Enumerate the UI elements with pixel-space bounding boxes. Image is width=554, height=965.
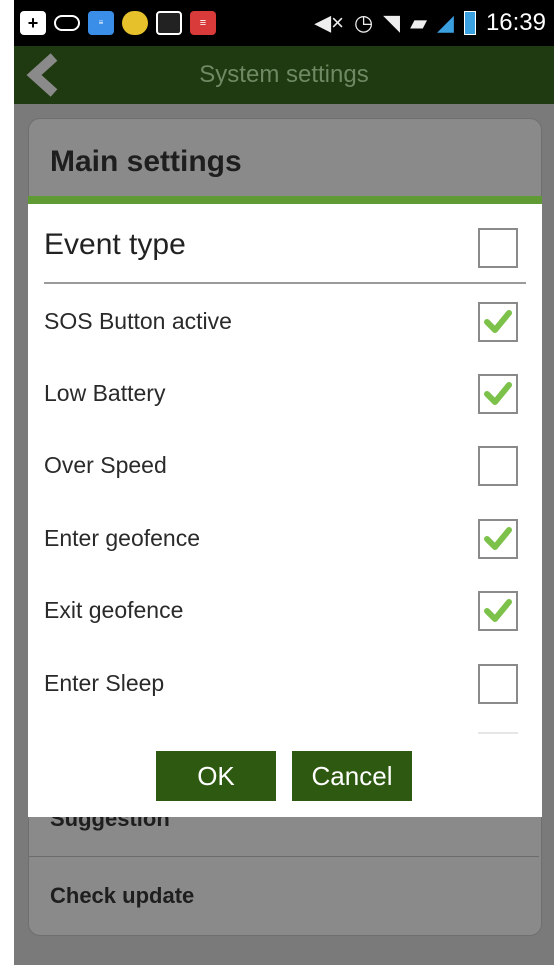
select-all-checkbox[interactable] (478, 228, 518, 268)
option-label-sos: SOS Button active (44, 308, 232, 334)
option-label-exit-geofence: Exit geofence (44, 597, 184, 623)
dialog-divider (44, 282, 526, 284)
battery-icon (463, 11, 476, 35)
settings-divider (29, 856, 539, 857)
option-checkbox-low-battery[interactable] (478, 374, 518, 414)
cancel-button[interactable]: Cancel (292, 751, 412, 801)
option-label-over-speed: Over Speed (44, 452, 167, 478)
option-checkbox-sos[interactable] (478, 302, 518, 342)
signal-icon: ◢ (437, 10, 454, 35)
dialog-accent-bar (28, 196, 542, 204)
option-label-low-battery: Low Battery (44, 380, 166, 406)
phone-screen: + ≡ ≡ ◀× ◷ ◥ ▰ ◢ 16:39 System settings M… (14, 0, 554, 965)
mute-icon: ◀× (314, 10, 344, 35)
check-mark-icon (484, 599, 512, 622)
back-arrow-icon (26, 53, 58, 97)
ok-button[interactable]: OK (156, 751, 276, 801)
news-icon: ≡ (88, 11, 114, 35)
status-time: 16:39 (485, 9, 546, 36)
flower-app-icon (122, 11, 148, 35)
settings-heading: Main settings (50, 145, 242, 178)
settings-item-check-update[interactable]: Check update (50, 883, 194, 909)
dialog-title: Event type (44, 228, 186, 261)
add-icon: + (20, 11, 46, 35)
option-label-enter-geofence: Enter geofence (44, 525, 201, 551)
news-app-icon: ≡ (190, 11, 216, 35)
option-checkbox-over-speed[interactable] (478, 446, 518, 486)
back-button[interactable] (14, 46, 72, 104)
check-mark-icon (484, 527, 512, 550)
alarm-icon: ◷ (353, 10, 374, 35)
status-bar-notifications: + ≡ ≡ (20, 8, 216, 38)
event-type-dialog: Event type SOS Button active Low Battery… (28, 196, 542, 817)
check-mark-icon (484, 310, 512, 333)
check-mark-icon (484, 382, 512, 405)
option-checkbox-exit-geofence[interactable] (478, 591, 518, 631)
title-bar: System settings (14, 46, 554, 104)
option-checkbox-enter-geofence[interactable] (478, 519, 518, 559)
next-option-hint (478, 732, 518, 740)
wifi-icon: ◥ (383, 10, 401, 35)
option-checkbox-enter-sleep[interactable] (478, 664, 518, 704)
option-label-enter-sleep: Enter Sleep (44, 670, 165, 696)
image-icon (156, 11, 182, 35)
status-bar-system: ◀× ◷ ◥ ▰ ◢ 16:39 (314, 8, 546, 38)
sim-icon: ▰ (410, 10, 428, 35)
page-title: System settings (199, 61, 369, 88)
cloud-icon (54, 15, 80, 31)
status-bar: + ≡ ≡ ◀× ◷ ◥ ▰ ◢ 16:39 (14, 0, 554, 46)
